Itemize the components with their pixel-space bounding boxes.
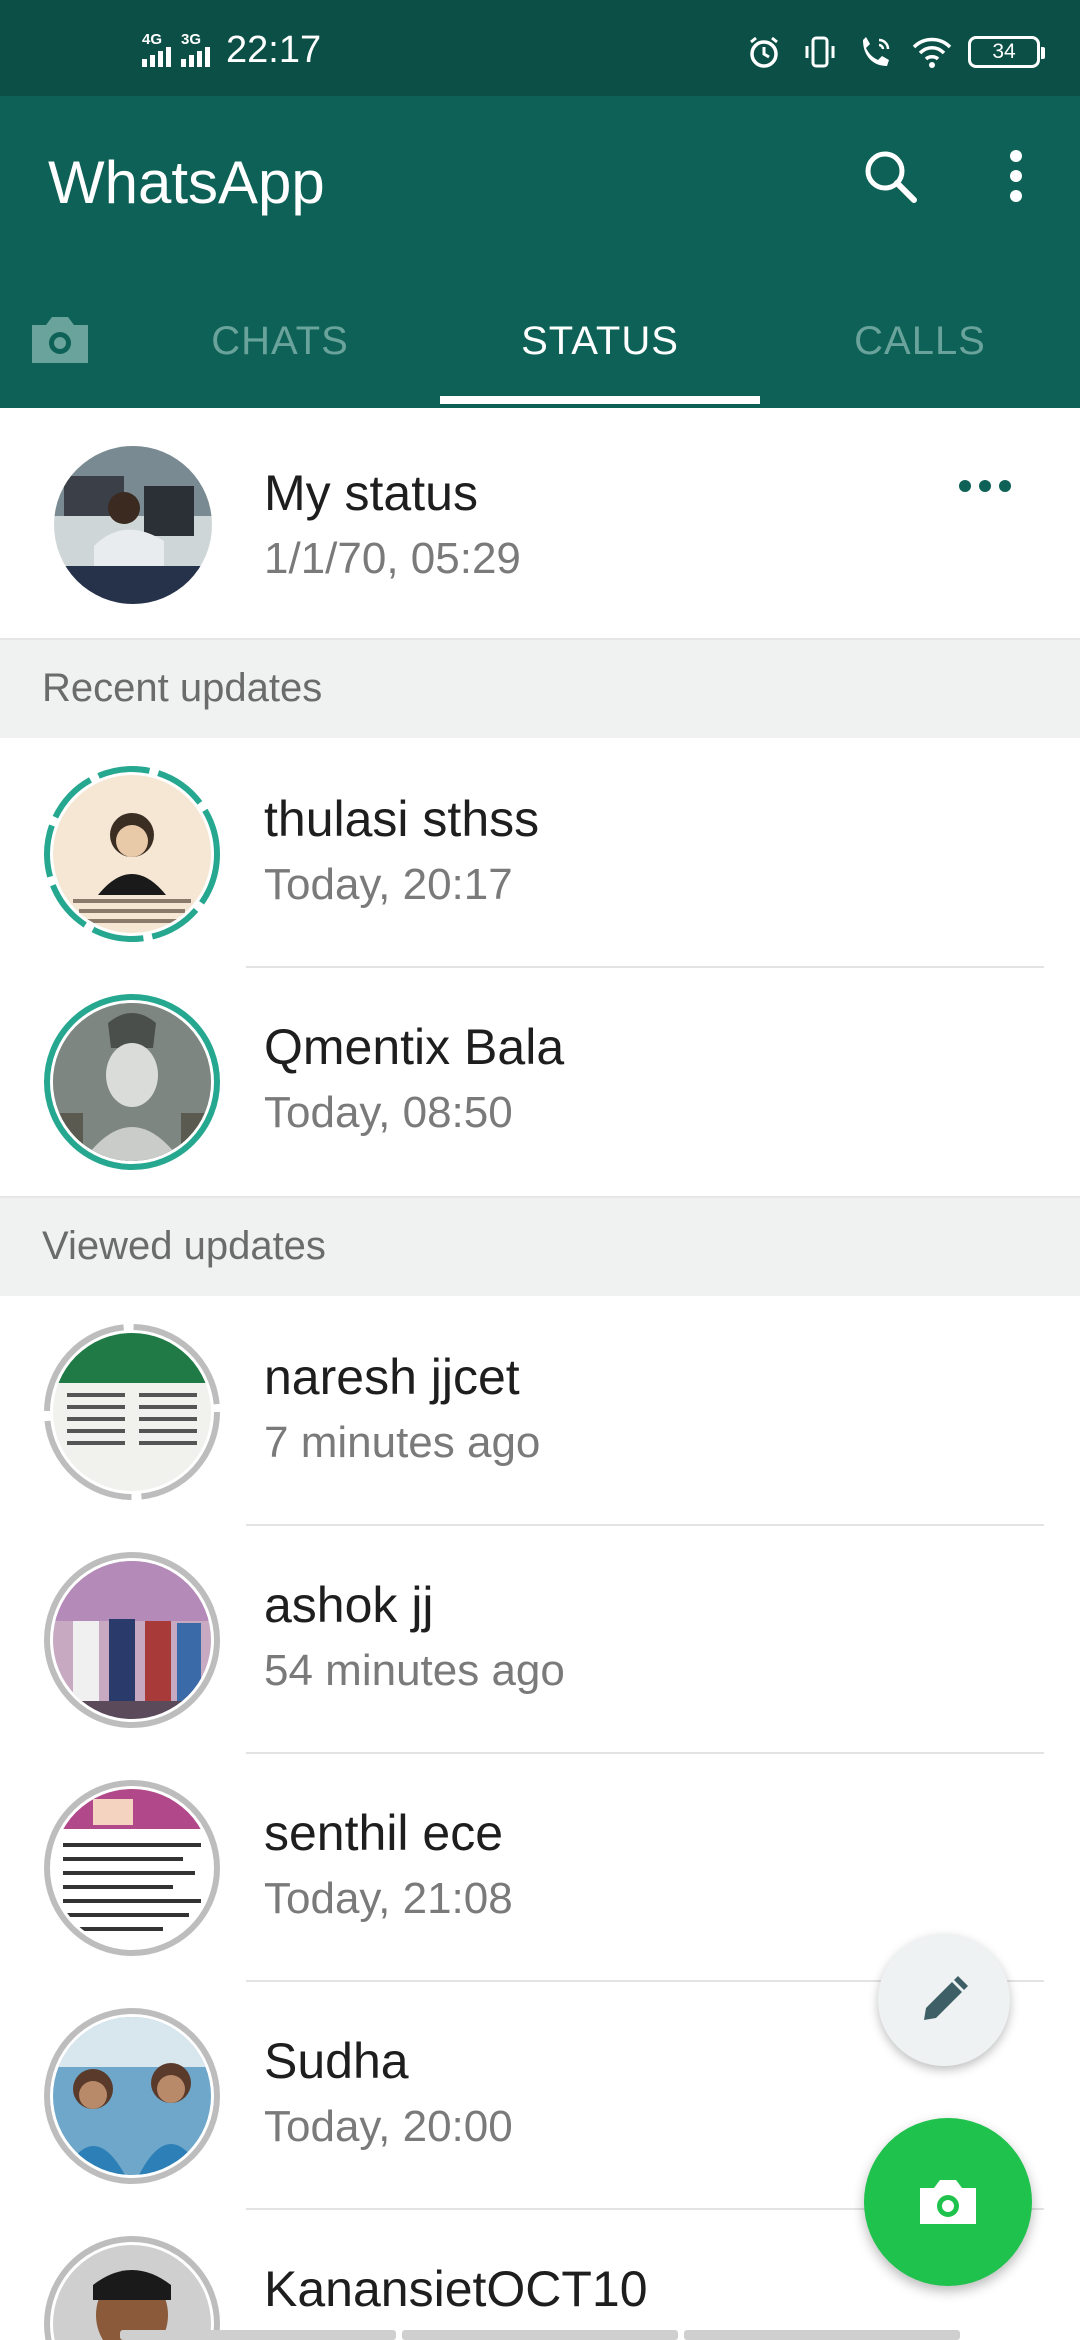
status-item-avatar [53, 2017, 211, 2175]
status-item-viewed-2[interactable]: ashok jj 54 minutes ago [0, 1526, 1080, 1754]
vibrate-icon [800, 34, 840, 70]
status-item-avatar [53, 1003, 211, 1161]
status-item-recent-1[interactable]: thulasi sthss Today, 20:17 [0, 740, 1080, 968]
tab-chats[interactable]: CHATS [120, 274, 440, 408]
more-vertical-icon [1010, 150, 1022, 202]
status-item-viewed-1[interactable]: naresh jjcet 7 minutes ago [0, 1298, 1080, 1526]
my-status-avatar [54, 446, 212, 604]
more-horizontal-icon [959, 480, 1011, 492]
viewed-updates-label: Viewed updates [42, 1224, 326, 1268]
my-status-row[interactable]: My status 1/1/70, 05:29 [0, 408, 1080, 638]
status-item-name: naresh jjcet [264, 1349, 520, 1405]
system-status-bar: 4G 3G 22:17 34 [0, 0, 1080, 96]
search-button[interactable] [854, 140, 926, 212]
viewed-updates-header: Viewed updates [0, 1196, 1080, 1296]
recent-updates-label: Recent updates [42, 666, 323, 710]
recent-updates-header: Recent updates [0, 638, 1080, 738]
status-item-name: ashok jj [264, 1577, 434, 1633]
tab-status[interactable]: STATUS [440, 274, 760, 408]
my-status-more-button[interactable] [940, 456, 1030, 516]
battery-level: 34 [992, 40, 1016, 63]
search-icon [865, 151, 917, 203]
status-item-name: Sudha [264, 2033, 409, 2089]
status-item-time: Today, 20:00 [264, 2102, 513, 2151]
status-item-name: senthil ece [264, 1805, 504, 1861]
app-title: WhatsApp [48, 149, 325, 216]
status-bar-left: 4G 3G 22:17 [142, 28, 322, 71]
status-item-avatar [53, 775, 211, 933]
status-bar-right: 34 [744, 34, 1045, 70]
status-item-time: 7 minutes ago [264, 1418, 541, 1467]
bottom-edge-preview [120, 2330, 960, 2340]
status-item-recent-2[interactable]: Qmentix Bala Today, 08:50 [0, 968, 1080, 1196]
app-bar: WhatsApp CHATS STATUS CALLS [0, 96, 1080, 408]
battery-indicator: 34 [968, 36, 1045, 68]
cellular-signal-icon: 4G [142, 31, 171, 67]
active-tab-indicator [440, 396, 760, 404]
tab-bar: CHATS STATUS CALLS [0, 274, 1080, 408]
status-item-avatar [53, 1789, 211, 1947]
status-item-time: 54 minutes ago [264, 1646, 565, 1695]
status-item-time: Today, 08:50 [264, 1088, 513, 1137]
wifi-calling-icon [856, 34, 896, 70]
cellular-signal-icon-2: 3G [181, 31, 210, 67]
tab-camera[interactable] [18, 304, 102, 376]
clock: 22:17 [226, 28, 322, 71]
status-item-name: thulasi sthss [264, 791, 540, 847]
tab-calls[interactable]: CALLS [760, 274, 1080, 408]
camera-icon [920, 2180, 976, 2224]
status-item-time: Today, 21:08 [264, 1874, 513, 1923]
status-item-name: Qmentix Bala [264, 1019, 565, 1075]
more-options-button[interactable] [980, 140, 1052, 212]
new-camera-status-button[interactable] [864, 2118, 1032, 2286]
my-status-name: My status [264, 465, 478, 521]
new-text-status-button[interactable] [878, 1934, 1010, 2066]
pencil-icon [924, 1976, 968, 2020]
wifi-icon [912, 34, 952, 70]
status-item-avatar [53, 1561, 211, 1719]
status-item-name: KanansietOCT10 [264, 2261, 648, 2317]
alarm-icon [744, 34, 784, 70]
camera-icon [32, 317, 88, 363]
status-item-time: Today, 20:17 [264, 860, 513, 909]
my-status-time: 1/1/70, 05:29 [264, 534, 521, 583]
status-item-avatar [53, 1333, 211, 1491]
